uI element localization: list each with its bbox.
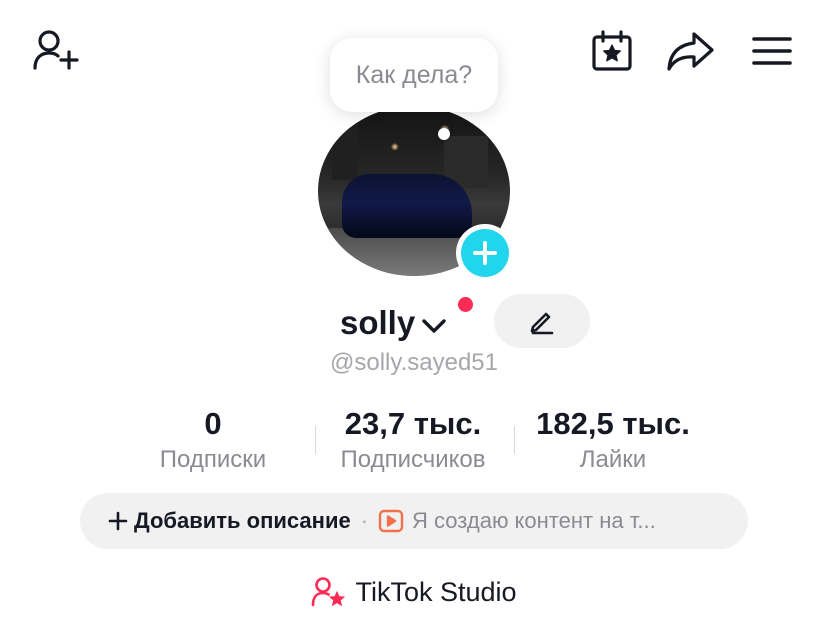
avatar-building-shape — [332, 114, 358, 180]
bio-separator: · — [360, 508, 369, 533]
profile-stats: 0 Подписки 23,7 тыс. Подписчиков 182,5 т… — [0, 404, 828, 474]
stat-likes[interactable]: 182,5 тыс. Лайки — [518, 404, 708, 476]
add-description-label: Добавить описание — [134, 508, 351, 533]
calendar-star-icon — [592, 30, 632, 71]
stat-following[interactable]: 0 Подписки — [118, 404, 308, 476]
add-friend-button[interactable] — [28, 26, 82, 74]
avatar-container — [318, 106, 514, 282]
stat-label: Подписки — [159, 446, 267, 473]
chevron-down-icon — [422, 319, 446, 333]
tiktok-studio-link[interactable]: TikTok Studio — [0, 570, 828, 614]
stat-value: 23,7 тыс. — [344, 406, 482, 441]
display-name[interactable]: solly — [340, 304, 415, 342]
add-description-button[interactable]: Добавить описание — [108, 508, 351, 534]
status-bubble[interactable]: Как дела? — [330, 38, 498, 112]
share-icon — [667, 32, 714, 71]
play-square-icon — [378, 509, 404, 533]
pencil-icon — [530, 312, 554, 335]
stat-label: Подписчиков — [340, 446, 486, 473]
status-bubble-text: Как дела? — [355, 60, 473, 89]
avatar-car-shape — [342, 174, 472, 238]
tiktok-studio-label: TikTok Studio — [355, 576, 517, 607]
plus-icon — [108, 511, 128, 531]
stat-value: 0 — [204, 406, 222, 441]
add-story-button[interactable] — [456, 224, 514, 282]
add-friend-icon — [33, 30, 79, 70]
plus-icon — [473, 241, 497, 265]
share-button[interactable] — [664, 28, 718, 74]
menu-icon — [752, 37, 792, 65]
bubble-pointer-dot — [438, 128, 450, 140]
video-promo-icon-wrap — [378, 509, 404, 533]
edit-profile-button[interactable] — [494, 294, 590, 348]
creator-star-icon — [312, 577, 346, 607]
account-switch-button[interactable] — [421, 317, 447, 335]
stat-divider — [514, 426, 515, 454]
username: @solly.sayed51 — [330, 349, 498, 376]
menu-button[interactable] — [748, 30, 796, 72]
display-name-row: solly — [340, 296, 473, 350]
stat-value: 182,5 тыс. — [536, 406, 690, 441]
stat-followers[interactable]: 23,7 тыс. Подписчиков — [318, 404, 508, 476]
calendar-button[interactable] — [588, 28, 636, 74]
creator-promo-text: Я создаю контент на т... — [412, 508, 656, 533]
stat-divider — [315, 426, 316, 454]
stat-label: Лайки — [579, 446, 647, 473]
notification-dot — [458, 297, 473, 312]
bio-chip[interactable]: Добавить описание · Я создаю контент на … — [80, 493, 748, 549]
